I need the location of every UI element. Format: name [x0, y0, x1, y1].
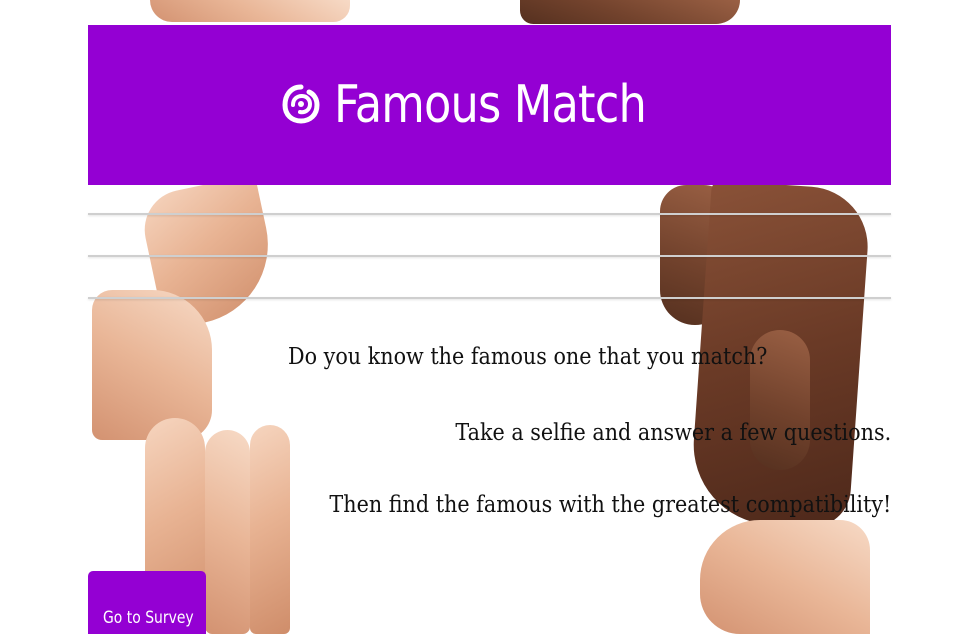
go-to-survey-button[interactable]: Go to Survey: [88, 571, 206, 634]
eye-swirl-icon: [282, 84, 320, 124]
app-title: Famous Match: [334, 75, 647, 135]
intro-result: Then find the famous with the greatest c…: [329, 492, 891, 518]
survey-button-label: Go to Survey: [103, 608, 194, 628]
divider-3: [88, 297, 891, 299]
divider-2: [88, 255, 891, 257]
intro-instruction: Take a selfie and answer a few questions…: [455, 420, 891, 446]
divider-1: [88, 213, 891, 215]
intro-question: Do you know the famous one that you matc…: [288, 344, 768, 370]
app-header: Famous Match: [88, 25, 891, 185]
